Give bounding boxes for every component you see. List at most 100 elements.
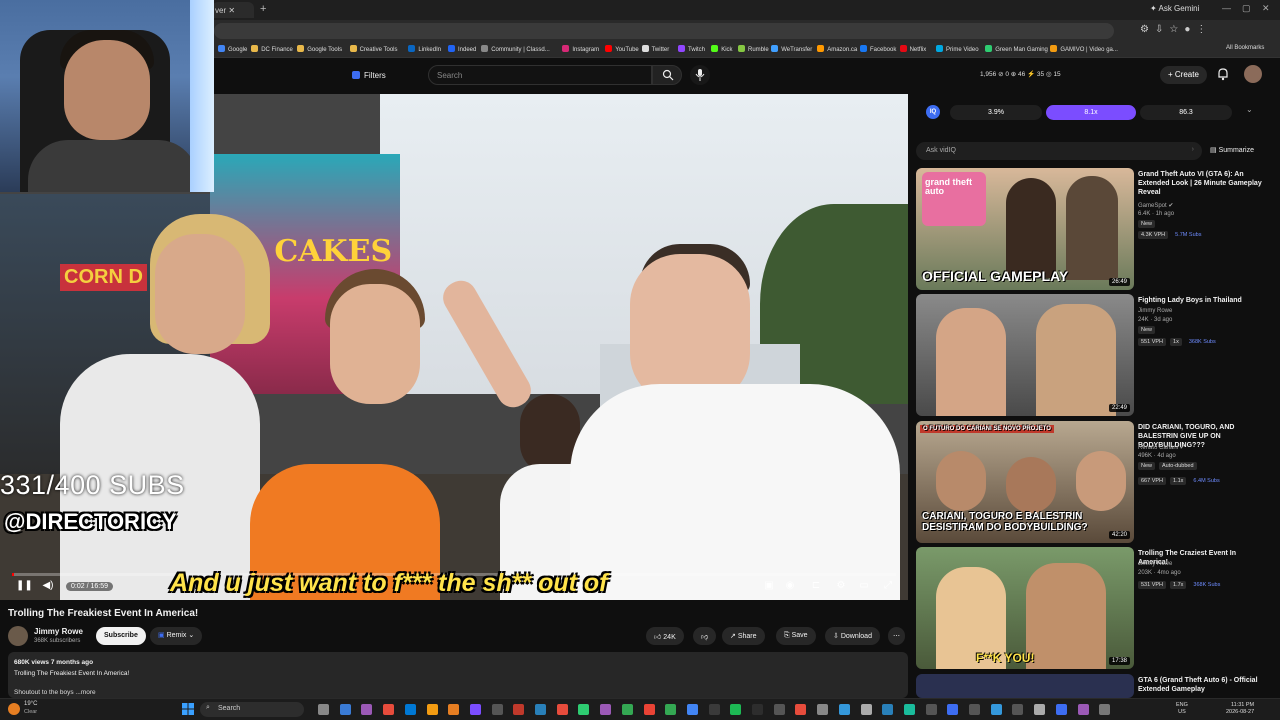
url-field[interactable] — [214, 23, 1114, 39]
bookmark-item[interactable]: DC Finance — [251, 45, 293, 53]
menu-icon[interactable]: ⋮ — [1196, 24, 1212, 35]
bookmark-item[interactable]: Twitch — [678, 45, 705, 53]
bookmark-item[interactable]: Prime Video — [936, 45, 979, 53]
vidiq-seg-3[interactable]: 86.3 — [1140, 105, 1232, 120]
video-thumbnail[interactable]: 22:49 — [916, 294, 1134, 416]
sidebar-video-card[interactable]: grand theft auto OFFICIAL GAMEPLAY 26:49… — [916, 168, 1268, 292]
close-window-icon[interactable]: ✕ — [1262, 3, 1270, 14]
summarize-button[interactable]: ▤ Summarize — [1210, 146, 1254, 154]
taskbar-app-icon[interactable] — [1077, 704, 1089, 715]
sidebar-channel[interactable]: Jimmy Rowe — [1138, 308, 1172, 314]
close-tab-icon[interactable]: ✕ — [228, 6, 235, 15]
taskbar-app-icon[interactable] — [1012, 704, 1024, 715]
language-indicator[interactable]: ENG US — [1176, 702, 1188, 716]
remix-button[interactable]: ▣ Remix ⌄ — [150, 627, 203, 645]
bookmark-item[interactable]: WeTransfer — [771, 45, 812, 53]
voice-search-button[interactable] — [690, 65, 710, 85]
create-button[interactable]: + Create — [1160, 66, 1207, 84]
taskbar-app-icon[interactable] — [752, 704, 763, 715]
taskbar-app-icon[interactable] — [1055, 704, 1067, 715]
taskbar-app-icon[interactable] — [838, 704, 850, 715]
download-button[interactable]: ⇩ Download — [825, 627, 880, 645]
taskbar-search[interactable]: ⌕ Search — [200, 702, 304, 717]
sidebar-video-card[interactable]: F**K YOU! 17:38 Trolling The Craziest Ev… — [916, 547, 1268, 671]
video-thumbnail[interactable]: F**K YOU! 17:38 — [916, 547, 1134, 669]
video-thumbnail[interactable]: grand theft auto OFFICIAL GAMEPLAY 26:49 — [916, 168, 1134, 290]
search-button[interactable] — [652, 65, 682, 85]
taskbar-app-icon[interactable] — [383, 704, 395, 715]
bookmark-item[interactable]: Green Man Gaming — [985, 45, 1048, 53]
taskbar-app-icon[interactable] — [795, 704, 807, 715]
video-thumbnail[interactable]: O FUTURO DO CARIANI SE NOVO PROJETO CARI… — [916, 421, 1134, 543]
bookmark-item[interactable]: Indeed — [448, 45, 476, 53]
taskbar-app-icon[interactable] — [621, 704, 633, 715]
bookmark-item[interactable]: Community | Classd... — [481, 45, 550, 53]
ask-vidiq-input[interactable]: Ask vidIQ › — [916, 142, 1202, 160]
taskbar-app-icon[interactable] — [730, 704, 742, 715]
minimize-icon[interactable]: — — [1222, 3, 1231, 13]
save-button[interactable]: ⎘ Save — [776, 627, 816, 645]
taskbar-app-icon[interactable] — [903, 704, 915, 715]
taskbar-app-icon[interactable] — [318, 704, 329, 715]
sidebar-video-title[interactable]: Fighting Lady Boys in Thailand — [1138, 296, 1266, 305]
like-button[interactable]: 👍︎ 24K — [646, 627, 684, 645]
vidiq-seg-1[interactable]: 3.9% — [950, 105, 1042, 120]
taskbar-app-icon[interactable] — [882, 704, 894, 715]
bookmark-item[interactable]: Rumble — [738, 45, 769, 53]
bookmark-item[interactable]: Netflix — [899, 45, 926, 53]
bookmark-item[interactable]: Google — [218, 45, 247, 53]
taskbar-app-icon[interactable] — [535, 704, 546, 715]
taskbar-app-icon[interactable] — [969, 704, 980, 715]
vidiq-player-icon[interactable]: ▣ — [763, 580, 775, 592]
bookmark-item[interactable]: GAMIVO | Video ga... — [1050, 45, 1118, 53]
bookmark-item[interactable]: LinkedIn — [408, 45, 441, 53]
taskbar-app-icon[interactable] — [773, 704, 785, 715]
taskbar-app-icon[interactable] — [925, 704, 937, 715]
taskbar-app-icon[interactable] — [491, 704, 503, 715]
ask-gemini-button[interactable]: ✦ Ask Gemini — [1150, 4, 1199, 13]
bookmark-item[interactable]: Creative Tools — [349, 45, 398, 53]
video-thumbnail[interactable] — [916, 674, 1134, 698]
taskbar-app-icon[interactable] — [469, 704, 481, 715]
taskbar-app-icon[interactable] — [686, 704, 698, 715]
extension-icon[interactable]: ⚙ — [1140, 24, 1155, 35]
bookmark-item[interactable]: Google Tools — [297, 45, 342, 53]
taskbar-app-icon[interactable] — [404, 704, 416, 715]
sidebar-video-card[interactable]: O FUTURO DO CARIANI SE NOVO PROJETO CARI… — [916, 421, 1268, 545]
channel-name[interactable]: Jimmy Rowe — [34, 627, 83, 636]
send-icon[interactable]: › — [1192, 146, 1194, 153]
taskbar-app-icon[interactable] — [600, 704, 612, 715]
fullscreen-icon[interactable]: ⤢ — [882, 580, 894, 592]
filters-button[interactable]: Filters — [346, 68, 392, 84]
sidebar-video-card[interactable]: 22:49 Fighting Lady Boys in Thailand Jim… — [916, 294, 1268, 418]
taskbar-app-icon[interactable] — [448, 704, 460, 715]
bookmark-star-icon[interactable]: ☆ — [1169, 24, 1184, 35]
sidebar-channel[interactable]: GameSpot ✔ — [1138, 202, 1173, 209]
taskbar-app-icon[interactable] — [339, 704, 351, 715]
taskbar-app-icon[interactable] — [990, 704, 1002, 715]
all-bookmarks-button[interactable]: All Bookmarks — [1226, 45, 1264, 51]
share-button[interactable]: ↗ Share — [722, 627, 765, 645]
bookmark-item[interactable]: Facebook — [860, 45, 896, 53]
taskbar-app-icon[interactable] — [643, 704, 655, 715]
sidebar-channel[interactable]: Jimmy Rowe — [1138, 561, 1172, 567]
theater-mode-icon[interactable]: ▭ — [858, 580, 870, 592]
taskbar-app-icon[interactable] — [817, 704, 829, 715]
new-tab-icon[interactable]: + — [260, 3, 266, 15]
taskbar-app-icon[interactable] — [361, 704, 373, 715]
vidiq-seg-2[interactable]: 8.1x — [1046, 105, 1136, 120]
settings-gear-icon[interactable]: ⚙ — [835, 580, 847, 592]
browser-tab[interactable]: ver ✕ — [212, 2, 254, 18]
pause-icon[interactable]: ❚❚ — [16, 580, 33, 592]
notifications-bell-icon[interactable] — [1216, 67, 1230, 81]
windows-start-icon[interactable] — [182, 703, 194, 715]
bookmark-item[interactable]: Amazon.ca — [817, 45, 857, 53]
taskbar-app-icon[interactable] — [1034, 704, 1046, 715]
taskbar-app-icon[interactable] — [513, 704, 525, 715]
search-input[interactable]: Search — [428, 65, 652, 85]
sidebar-video-card[interactable]: GTA 6 (Grand Theft Auto 6) - Official Ex… — [916, 674, 1268, 698]
chevron-down-icon[interactable]: ⌄ — [1246, 105, 1253, 114]
taskbar-app-icon[interactable] — [708, 704, 720, 715]
bookmark-item[interactable]: Twitter — [641, 45, 669, 53]
taskbar-app-icon[interactable] — [426, 704, 438, 715]
